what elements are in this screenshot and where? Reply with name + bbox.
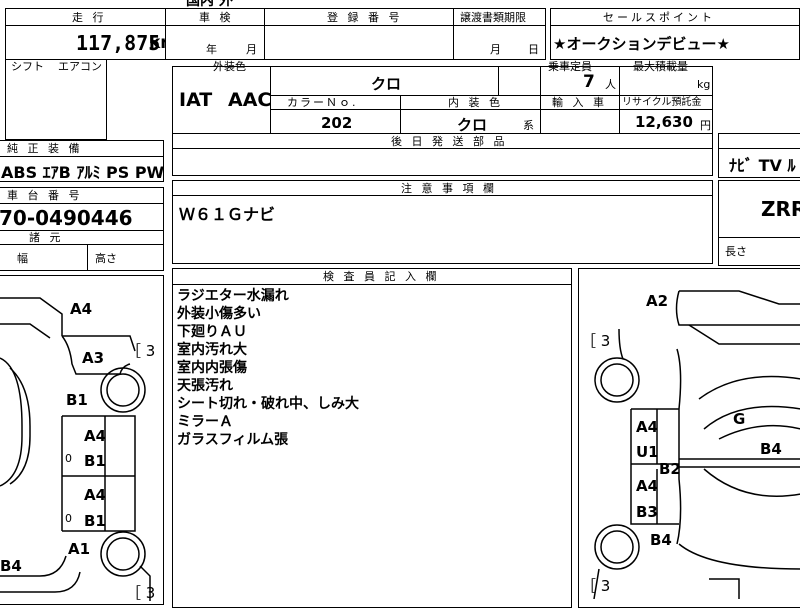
maxload-cut-label: 最大積載量 bbox=[633, 60, 688, 73]
chassis-label: 車 台 番 号 bbox=[7, 189, 83, 202]
inspector-note: ラジエター水漏れ bbox=[177, 288, 289, 304]
left-small-2: 0 bbox=[65, 512, 72, 525]
right-mark-4: B2 bbox=[659, 460, 681, 478]
equipment-label: 純 正 装 備 bbox=[7, 142, 83, 155]
right-mark-9: B4 bbox=[760, 440, 782, 458]
recycle-unit: 円 bbox=[700, 119, 711, 132]
aircon-label: エアコン bbox=[58, 60, 102, 73]
equipment-box: 純 正 装 備 ABS ｴｱB ｱﾙﾐ PS PW bbox=[0, 140, 164, 182]
recycle-value: 12,630 bbox=[635, 113, 693, 131]
interior-value: クロ bbox=[457, 116, 488, 134]
spec-block: 外装色 乗車定員 最大積載量 IAT AAC クロ 7 人 kg カラーＮｏ. … bbox=[172, 60, 713, 134]
inspector-note: 外装小傷多い bbox=[177, 306, 261, 322]
inspector-note: 室内汚れ大 bbox=[177, 342, 247, 358]
left-mark-3: B1 bbox=[66, 391, 88, 409]
inspector-box: 検 査 員 記 入 欄 ラジエター水漏れ 外装小傷多い 下廻りＡＵ 室内汚れ大室内内張… bbox=[172, 268, 572, 608]
right-mark-3: U1 bbox=[636, 443, 659, 461]
shift-label: シフト bbox=[11, 60, 44, 73]
mileage-value: 117,875 bbox=[76, 31, 161, 55]
left-mark-8: A1 bbox=[68, 540, 91, 558]
color-no-value: 202 bbox=[321, 114, 353, 132]
left-bracket-1: ［ 3 bbox=[126, 342, 156, 360]
left-mark-2: A3 bbox=[82, 349, 105, 367]
equipment-value: ABS ｴｱB ｱﾙﾐ PS PW bbox=[1, 163, 165, 182]
maxload-unit: kg bbox=[697, 78, 711, 91]
specs-label: 諸 元 bbox=[29, 231, 64, 244]
later-parts-box: 後 日 発 送 部 品 bbox=[172, 133, 713, 176]
right-bracket-2: ［ 3 bbox=[581, 577, 611, 595]
right-mark-8: G bbox=[733, 410, 746, 428]
interior-label: 内 装 色 bbox=[448, 96, 503, 109]
left-mark-7: B1 bbox=[84, 512, 106, 530]
inspector-label: 検 査 員 記 入 欄 bbox=[323, 270, 440, 283]
left-mark-9: B4 bbox=[0, 557, 22, 575]
right-mark-2: A4 bbox=[636, 418, 659, 436]
equipment-right-value: ﾅﾋﾞ TV ﾙ bbox=[729, 156, 796, 175]
recycle-label: リサイクル預託金 bbox=[622, 97, 702, 108]
capacity-value: 7 bbox=[583, 72, 595, 92]
right-mark-6: B3 bbox=[636, 503, 658, 521]
left-mark-1: A4 bbox=[70, 300, 93, 318]
left-mark-4: A4 bbox=[84, 427, 107, 445]
chassis-box: 車 台 番 号 70-0490446 諸 元 幅 高さ bbox=[0, 187, 164, 271]
sales-point-label: セールスポイント bbox=[603, 11, 715, 24]
caution-box: 注 意 事 項 欄 Ｗ６１Ｇナビ bbox=[172, 180, 713, 264]
inspector-notes-list: ラジエター水漏れ 外装小傷多い 下廻りＡＵ 室内汚れ大室内内張傷天張汚れシート切れ・破… bbox=[177, 287, 359, 449]
transfer-deadline-label: 譲渡書類期限 bbox=[460, 11, 526, 24]
color-value: クロ bbox=[371, 75, 402, 93]
later-parts-label: 後 日 発 送 部 品 bbox=[391, 135, 508, 148]
model-box: ZRR 長さ bbox=[718, 180, 800, 266]
right-car-diagram bbox=[593, 290, 800, 599]
height-label: 高さ bbox=[95, 252, 117, 265]
shaken-label: 車 検 bbox=[199, 11, 234, 24]
inspector-note: 天張汚れ bbox=[177, 378, 233, 394]
shift-value: IAT bbox=[179, 89, 213, 111]
sales-point-value: ★オークションデビュー★ bbox=[553, 35, 730, 53]
inspector-note: シート切れ・破れ中、しみ大 bbox=[177, 396, 359, 412]
inspector-note: ガラスフィルム張 bbox=[177, 432, 289, 448]
right-mark-5: A4 bbox=[636, 477, 659, 495]
registration-label: 登 録 番 号 bbox=[327, 11, 403, 24]
caution-value: Ｗ６１Ｇナビ bbox=[179, 205, 276, 224]
color-cut-label: 外装色 bbox=[213, 60, 246, 73]
color-no-label: カラーＮｏ. bbox=[287, 96, 358, 109]
registration-box: 登 録 番 号 bbox=[264, 8, 454, 60]
shaken-year-unit: 年 bbox=[206, 43, 217, 56]
import-label: 輸 入 車 bbox=[552, 96, 607, 109]
left-mark-5: B1 bbox=[84, 452, 106, 470]
cut-top-text: 国内 外 bbox=[186, 0, 233, 9]
inspector-note: ミラーＡ bbox=[177, 414, 233, 430]
right-mark-7: B4 bbox=[650, 531, 672, 549]
model-value: ZRR bbox=[761, 197, 800, 221]
interior-unit: 系 bbox=[523, 119, 534, 132]
shift-box: シフト エアコン bbox=[5, 60, 107, 140]
transfer-month-unit: 月 bbox=[490, 43, 501, 56]
aircon-value: AAC bbox=[228, 89, 272, 111]
transfer-deadline-box: 譲渡書類期限 月 日 bbox=[453, 8, 546, 60]
shaken-box: 車 検 年 月 bbox=[165, 8, 265, 60]
inspector-note: 下廻りＡＵ bbox=[177, 324, 247, 340]
shaken-month-unit: 月 bbox=[246, 43, 257, 56]
right-mark-1: A2 bbox=[646, 292, 669, 310]
mileage-label: 走 行 bbox=[72, 11, 107, 24]
right-bracket-1: ［ 3 bbox=[581, 332, 611, 350]
transfer-day-unit: 日 bbox=[528, 43, 539, 56]
chassis-value: 70-0490446 bbox=[0, 206, 133, 230]
left-mark-6: A4 bbox=[84, 486, 107, 504]
caution-label: 注 意 事 項 欄 bbox=[401, 182, 497, 195]
length-label: 長さ bbox=[725, 245, 747, 258]
left-small-1: 0 bbox=[65, 452, 72, 465]
inspector-note: 室内内張傷 bbox=[177, 360, 247, 376]
sales-point-box: セールスポイント ★オークションデビュー★ bbox=[550, 8, 800, 60]
equipment-right-box: ﾅﾋﾞ TV ﾙ bbox=[718, 133, 800, 178]
width-label: 幅 bbox=[17, 252, 28, 265]
capacity-unit: 人 bbox=[605, 78, 616, 91]
mileage-box: 走 行 117,875 km bbox=[5, 8, 178, 60]
